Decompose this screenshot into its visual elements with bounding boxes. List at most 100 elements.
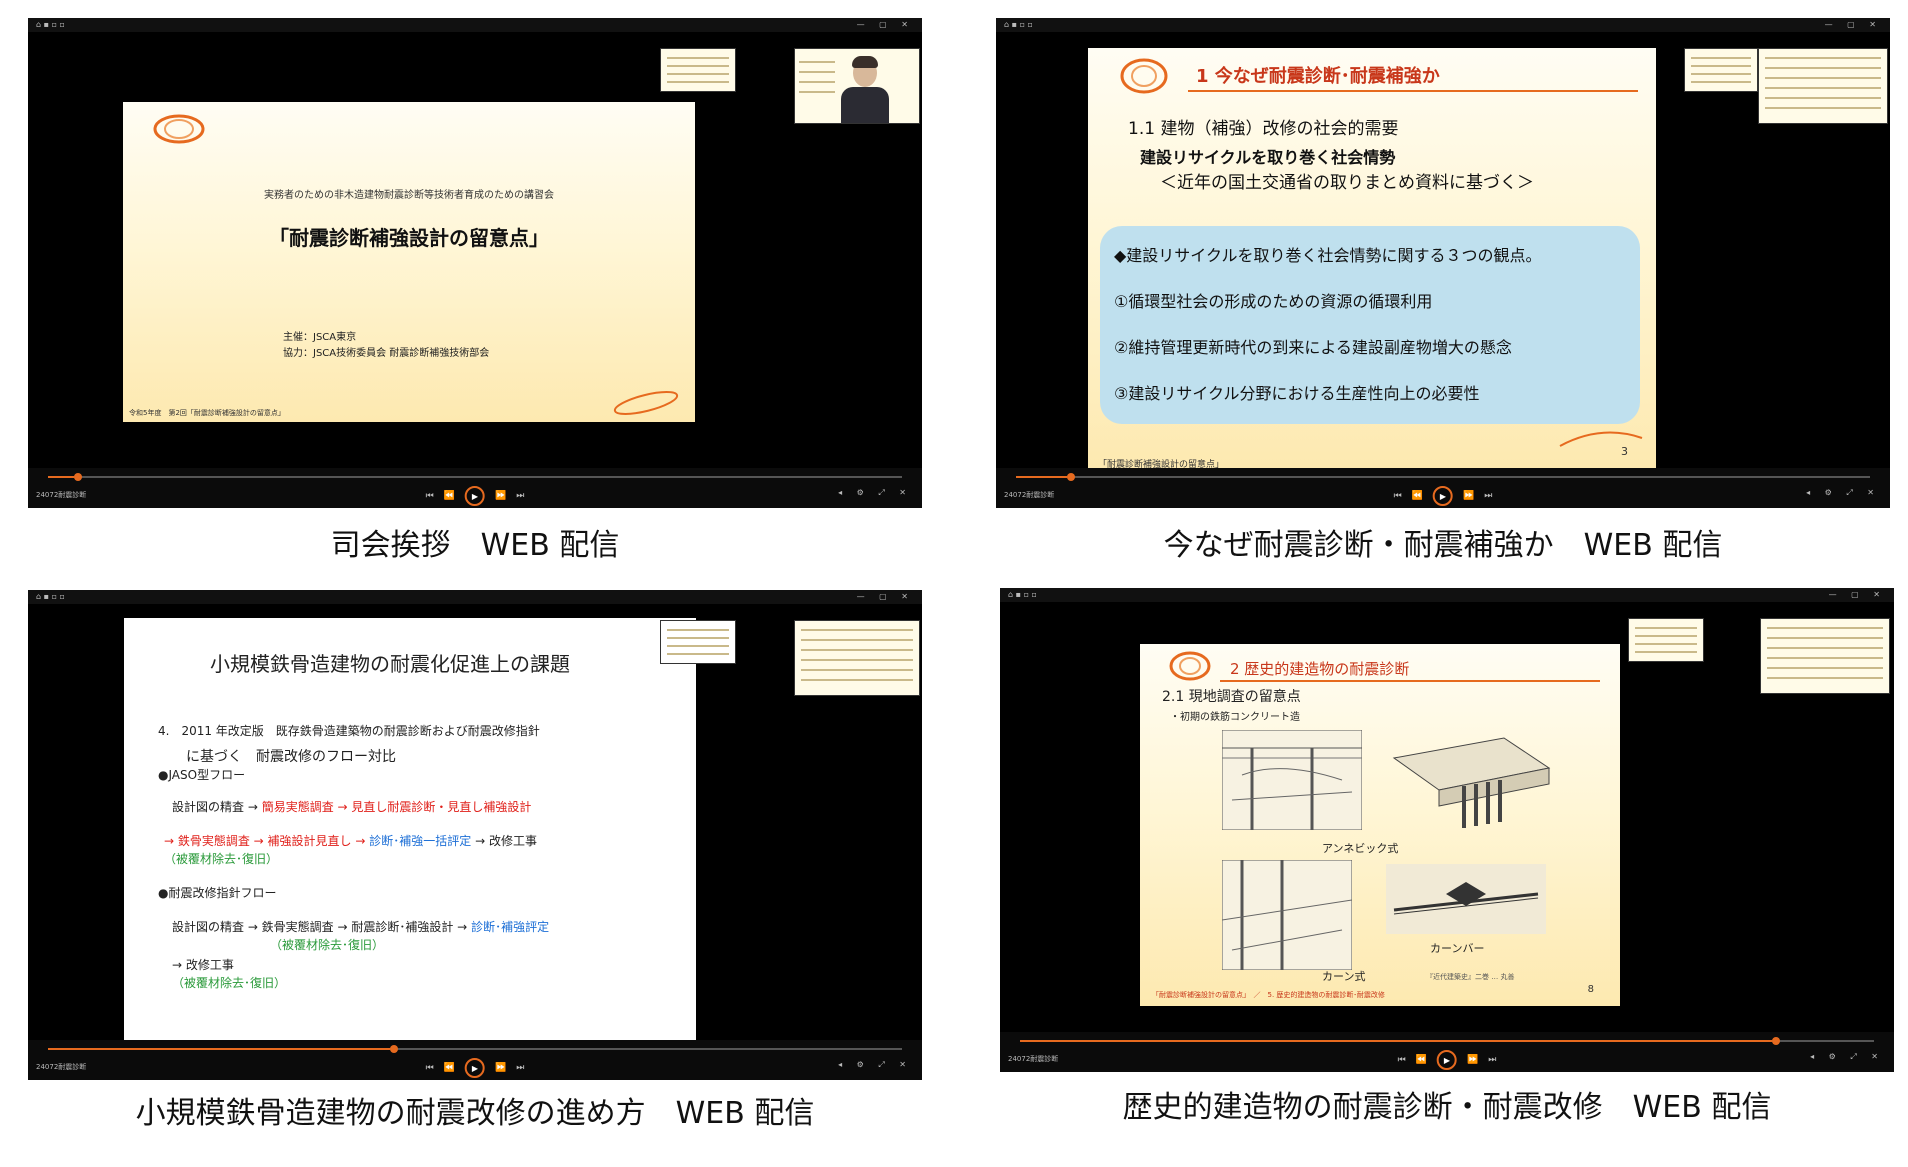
player-controls: 24072耐震診断 ⏮ ⏪ ▶ ⏩ ⏭ ◂ ⚙ ⤢ ✕ xyxy=(28,1040,922,1080)
slide-title: 「耐震診断補強設計の留意点」 xyxy=(269,226,549,250)
skip-back-icon[interactable]: ⏮ xyxy=(426,1063,434,1073)
slide-thumbnail[interactable] xyxy=(794,620,920,696)
figure-credit: 『近代建築史』二巻 … 丸善 xyxy=(1426,973,1515,981)
slide-guide-heading: ●耐震改修指針フロー xyxy=(158,886,277,900)
slide-org-host: 主催：JSCA東京 xyxy=(283,332,357,343)
player-right-controls[interactable]: ◂ ⚙ ⤢ ✕ xyxy=(838,488,912,498)
flow3-pre: 設計図の精査 → 鉄骨実態調査 → 耐震診断･補強設計 → xyxy=(172,920,468,934)
presenter-body-icon xyxy=(841,87,889,123)
video-player[interactable]: ⌂ ▪ ▫ ▫ — ▢ ✕ 1 今なぜ耐震診断･耐震補強か 1.1 建物（補強）改… xyxy=(996,18,1890,508)
skip-back-icon[interactable]: ⏮ xyxy=(1394,491,1402,501)
slide-heading: 2 歴史的建造物の耐震診断 xyxy=(1230,660,1410,678)
slide-thumbnail[interactable] xyxy=(1760,618,1890,694)
slide-footer: 「耐震診断補強設計の留意点」 ／ 5. 歴史的建造物の耐震診断･耐震改修 xyxy=(1152,991,1385,999)
presenter-hair-icon xyxy=(852,56,878,68)
video-player[interactable]: ⌂ ▪ ▫ ▫ — ▢ ✕ 2 歴史的建造物の耐震診断 2.1 現地調査の留意点 … xyxy=(1000,588,1894,1072)
fig-label-hennebique: アンネビック式 xyxy=(1322,842,1399,855)
slide-item-4b: に基づく 耐震改修のフロー対比 xyxy=(186,749,396,765)
flow2-green: （被覆材除去･復旧） xyxy=(164,852,279,866)
skip-forward-icon[interactable]: ⏭ xyxy=(1484,491,1492,501)
info-box: ◆建設リサイクルを取り巻く社会情勢に関する３つの観点。 ①循環型社会の形成のため… xyxy=(1100,226,1640,424)
flow1-red: 簡易実態調査 → 見直し耐震診断・見直し補強設計 xyxy=(261,800,532,814)
player-titlebar: ⌂ ▪ ▫ ▫ — ▢ ✕ xyxy=(1000,588,1894,602)
seek-bar[interactable] xyxy=(48,1045,902,1053)
jsca-logo-icon xyxy=(153,114,205,144)
player-right-controls[interactable]: ◂ ⚙ ⤢ ✕ xyxy=(1810,1052,1884,1062)
skip-back-icon[interactable]: ⏮ xyxy=(426,491,434,501)
flow1: 設計図の精査 → 簡易実態調査 → 見直し耐震診断・見直し補強設計 xyxy=(172,798,531,815)
forward-icon[interactable]: ⏩ xyxy=(495,491,506,501)
player-controls: 24072耐震診断 ⏮ ⏪ ▶ ⏩ ⏭ ◂ ⚙ ⤢ ✕ xyxy=(1000,1032,1894,1072)
video-panel-2: ⌂ ▪ ▫ ▫ — ▢ ✕ 1 今なぜ耐震診断･耐震補強か 1.1 建物（補強）改… xyxy=(996,18,1890,563)
flow3-blue: 診断･補強評定 xyxy=(471,920,550,934)
rewind-icon[interactable]: ⏪ xyxy=(1416,1055,1427,1065)
player-right-controls[interactable]: ◂ ⚙ ⤢ ✕ xyxy=(838,1060,912,1070)
player-titlebar: ⌂ ▪ ▫ ▫ — ▢ ✕ xyxy=(28,18,922,32)
skip-forward-icon[interactable]: ⏭ xyxy=(516,491,524,501)
rewind-icon[interactable]: ⏪ xyxy=(444,1063,455,1073)
forward-icon[interactable]: ⏩ xyxy=(1467,1055,1478,1065)
jsca-logo-icon xyxy=(1169,651,1211,681)
video-panel-4: ⌂ ▪ ▫ ▫ — ▢ ✕ 2 歴史的建造物の耐震診断 2.1 現地調査の留意点 … xyxy=(1000,588,1894,1125)
slide-heading: 1 今なぜ耐震診断･耐震補強か xyxy=(1196,66,1440,87)
heading-underline xyxy=(1220,680,1600,682)
slide: 小規模鉄骨造建物の耐震化促進上の課題 4. 2011 年改定版 既存鉄骨造建築物… xyxy=(124,618,696,1048)
player-controls: 24072耐震診断 ⏮ ⏪ ▶ ⏩ ⏭ ◂ ⚙ ⤢ ✕ xyxy=(28,468,922,508)
player-right-controls[interactable]: ◂ ⚙ ⤢ ✕ xyxy=(1806,488,1880,498)
info-box-line-4: ③建設リサイクル分野における生産性向上の必要性 xyxy=(1114,384,1480,403)
rewind-icon[interactable]: ⏪ xyxy=(1412,491,1423,501)
flow3-green: （被覆材除去･復旧） xyxy=(270,938,385,952)
seek-bar[interactable] xyxy=(1020,1037,1874,1045)
skip-forward-icon[interactable]: ⏭ xyxy=(1488,1055,1496,1065)
video-player[interactable]: ⌂ ▪ ▫ ▫ — ▢ ✕ 小規模鉄骨造建物の耐震化促進上の課題 4. 2011 … xyxy=(28,590,922,1080)
kahn-bar-diagram-icon xyxy=(1386,864,1546,934)
slide-sub-line: ＜近年の国土交通省の取りまとめ資料に基づく＞ xyxy=(1160,173,1534,193)
rewind-icon[interactable]: ⏪ xyxy=(444,491,455,501)
video-panel-3: ⌂ ▪ ▫ ▫ — ▢ ✕ 小規模鉄骨造建物の耐震化促進上の課題 4. 2011 … xyxy=(28,590,922,1131)
forward-icon[interactable]: ⏩ xyxy=(1463,491,1474,501)
skip-forward-icon[interactable]: ⏭ xyxy=(516,1063,524,1073)
video-label: 24072耐震診断 xyxy=(36,1063,87,1071)
flow2-post: → 改修工事 xyxy=(475,834,537,848)
play-button[interactable]: ▶ xyxy=(1433,486,1453,506)
flow1-pre: 設計図の精査 → xyxy=(172,800,258,814)
flow3: 設計図の精査 → 鉄骨実態調査 → 耐震診断･補強設計 → 診断･補強評定 xyxy=(172,918,549,935)
video-label: 24072耐震診断 xyxy=(1004,491,1055,499)
slide-thumbnail[interactable] xyxy=(1684,48,1758,92)
slide-section: 2.1 現地調査の留意点 xyxy=(1162,689,1301,705)
play-button[interactable]: ▶ xyxy=(465,1058,485,1078)
presenter-webcam[interactable] xyxy=(794,48,920,124)
play-button[interactable]: ▶ xyxy=(1437,1050,1457,1070)
panel-caption: 司会挨拶 WEB 配信 xyxy=(330,528,620,563)
decor-swoosh-icon xyxy=(613,391,679,415)
info-box-line-3: ②維持管理更新時代の到来による建設副産物増大の懸念 xyxy=(1114,338,1512,357)
video-player[interactable]: ⌂ ▪ ▫ ▫ — ▢ ✕ 実務者のための非木造建物耐震診断等技術者育成のための講… xyxy=(28,18,922,508)
slide-footer: 「耐震診断補強設計の留意点」 xyxy=(1098,460,1225,468)
seek-bar[interactable] xyxy=(1016,473,1870,481)
player-titlebar: ⌂ ▪ ▫ ▫ — ▢ ✕ xyxy=(996,18,1890,32)
flow2-red: → 鉄骨実態調査 → 補強設計見直し → xyxy=(164,834,366,848)
slide: 2 歴史的建造物の耐震診断 2.1 現地調査の留意点 ・初期の鉄筋コンクリート造… xyxy=(1140,644,1620,1006)
play-button[interactable]: ▶ xyxy=(465,486,485,506)
info-box-line-1: ◆建設リサイクルを取り巻く社会情勢に関する３つの観点。 xyxy=(1114,246,1542,265)
forward-icon[interactable]: ⏩ xyxy=(495,1063,506,1073)
video-label: 24072耐震診断 xyxy=(36,491,87,499)
slide-bold-line: 建設リサイクルを取り巻く社会情勢 xyxy=(1140,148,1396,167)
slide-thumbnail[interactable] xyxy=(660,620,736,664)
video-panel-1: ⌂ ▪ ▫ ▫ — ▢ ✕ 実務者のための非木造建物耐震診断等技術者育成のための講… xyxy=(28,18,922,563)
decor-swoosh-icon xyxy=(1559,431,1643,447)
slide-org-coop: 協力：JSCA技術委員会 耐震診断補強技術部会 xyxy=(283,348,490,359)
flow4-green: （被覆材除去･復旧） xyxy=(172,976,287,990)
slide-thumbnail[interactable] xyxy=(660,48,736,92)
panel-caption: 今なぜ耐震診断・耐震補強か WEB 配信 xyxy=(1163,528,1723,563)
slab-diagram-icon xyxy=(1392,737,1551,828)
seek-bar[interactable] xyxy=(48,473,902,481)
flow2: → 鉄骨実態調査 → 補強設計見直し → 診断･補強一括評定 → 改修工事 xyxy=(164,832,537,849)
kahn-system-diagram-icon xyxy=(1222,860,1352,970)
skip-back-icon[interactable]: ⏮ xyxy=(1398,1055,1406,1065)
info-box-line-2: ①循環型社会の形成のための資源の循環利用 xyxy=(1114,292,1433,311)
slide-thumbnail[interactable] xyxy=(1628,618,1704,662)
heading-underline xyxy=(1188,90,1638,92)
flow4: → 改修工事 xyxy=(172,958,234,972)
slide-thumbnail[interactable] xyxy=(1758,48,1888,124)
